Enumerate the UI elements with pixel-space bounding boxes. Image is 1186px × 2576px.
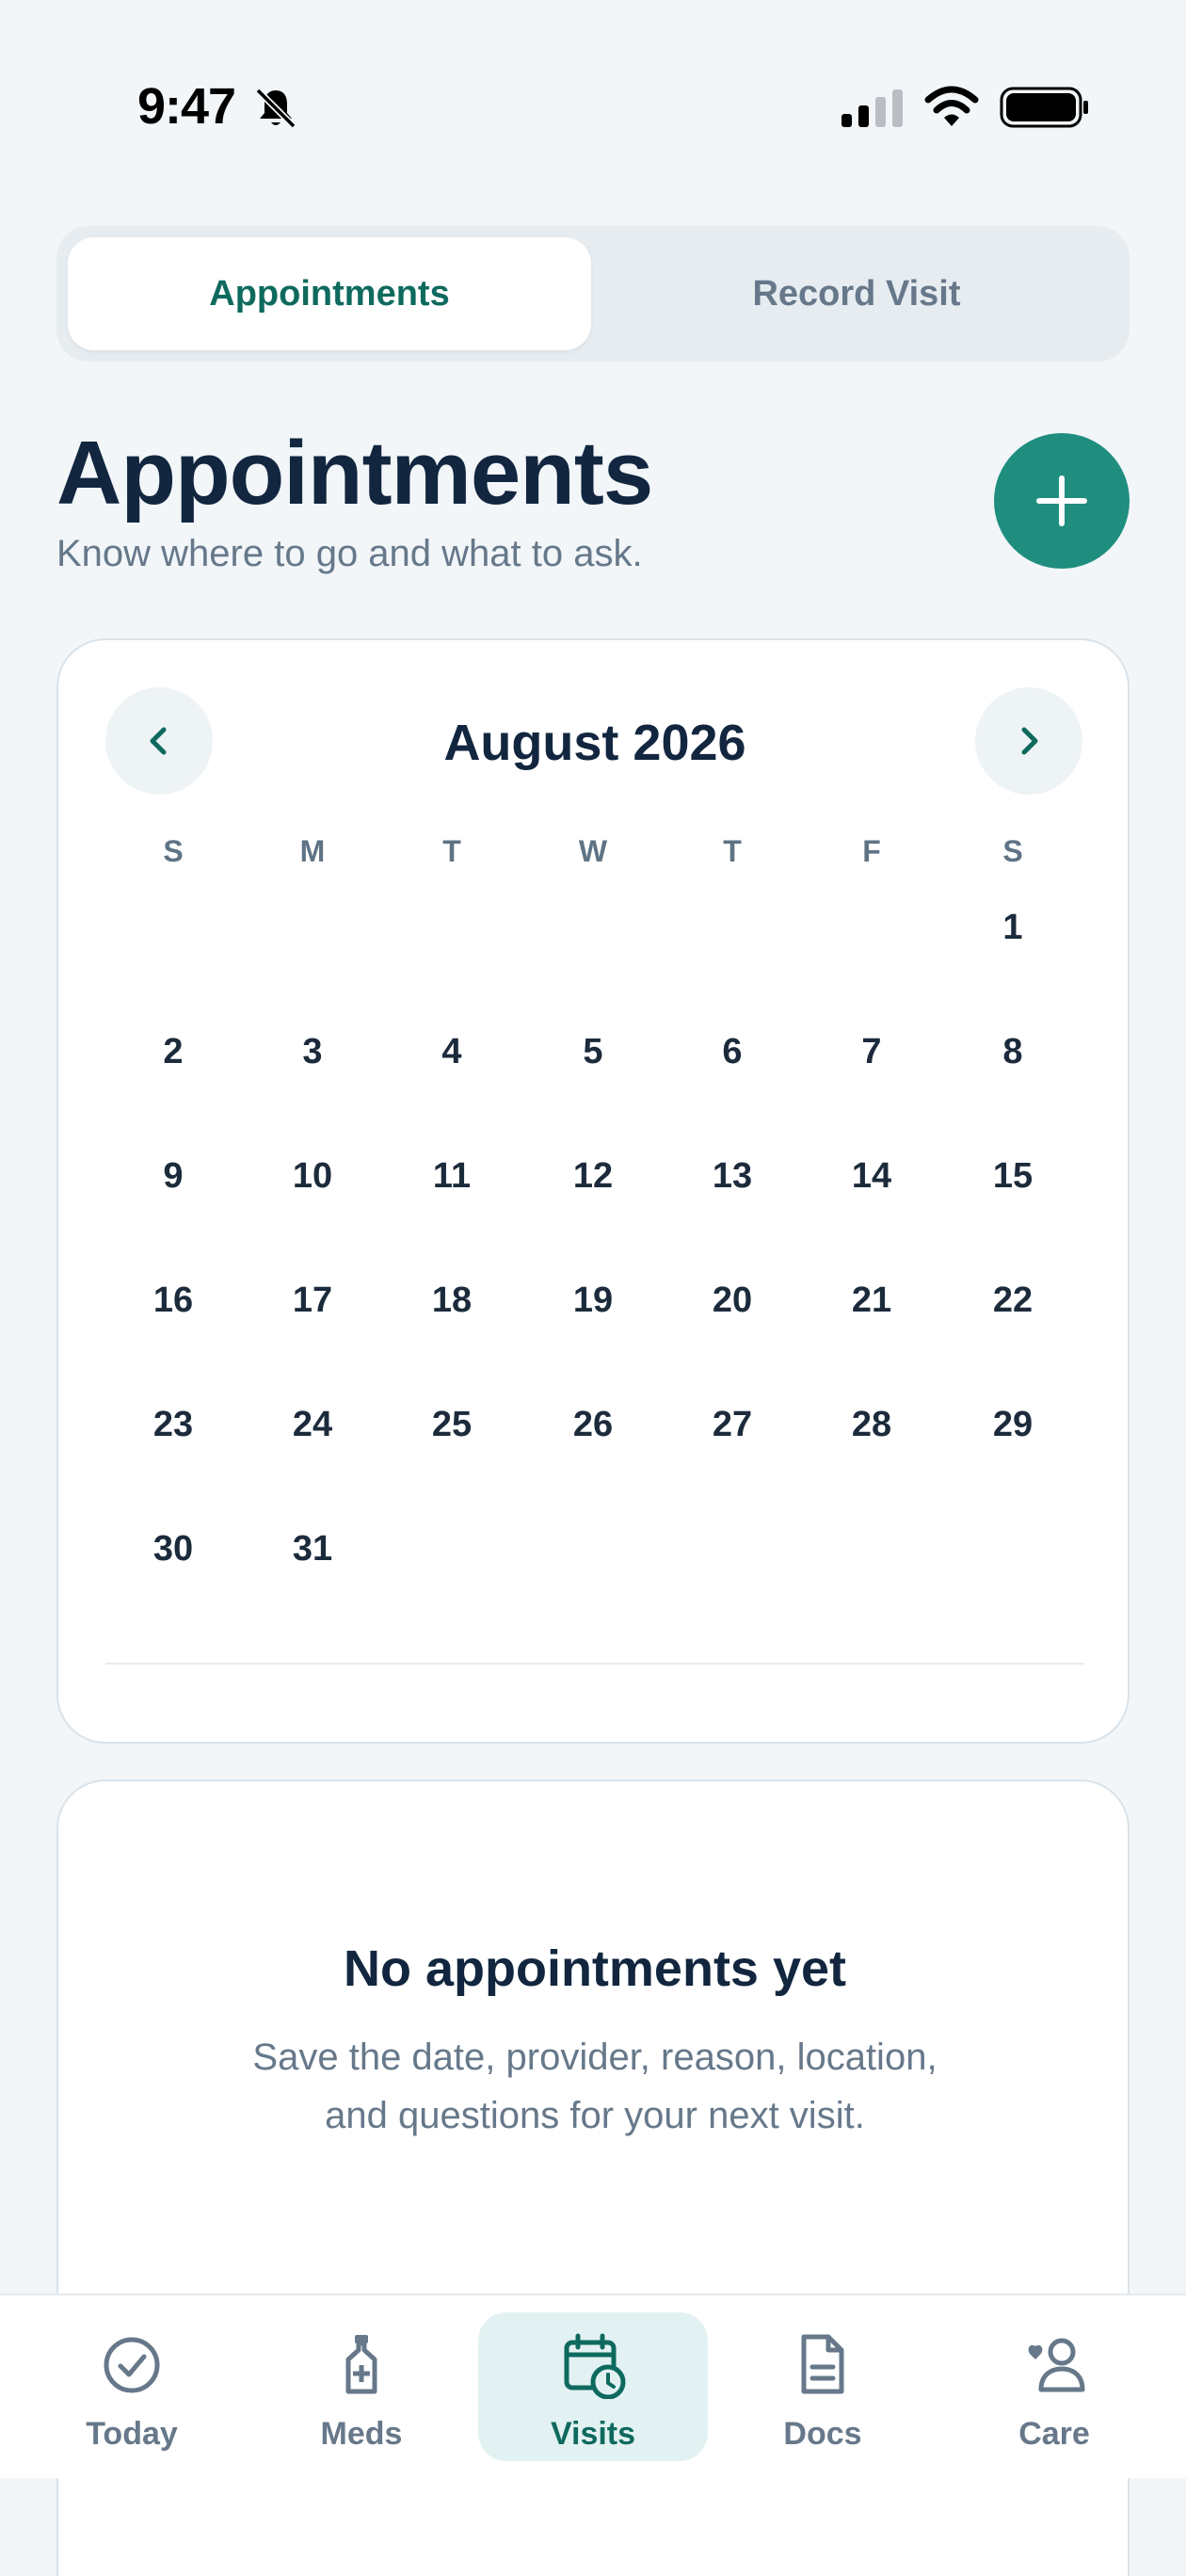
- cell-signal-icon: [841, 89, 903, 127]
- view-switcher: Appointments Record Visit: [56, 226, 1130, 362]
- caregiver-icon: [1028, 2338, 1085, 2392]
- status-time: 9:47: [137, 78, 236, 135]
- calendar-day[interactable]: 23: [126, 1387, 220, 1462]
- bottom-tab-bar: Today Meds Visits Docs Care: [0, 2294, 1186, 2478]
- calendar-day[interactable]: 10: [265, 1138, 360, 1214]
- calendar-day[interactable]: 2: [126, 1014, 220, 1089]
- tab-docs[interactable]: Docs: [708, 2312, 938, 2461]
- tab-visits[interactable]: Visits: [478, 2312, 708, 2461]
- calendar-day[interactable]: 13: [685, 1138, 779, 1214]
- tab-today[interactable]: Today: [17, 2312, 247, 2461]
- document-icon: [801, 2334, 844, 2394]
- weekday-label: S: [163, 834, 184, 868]
- weekday-label: S: [1002, 834, 1023, 868]
- calendar-day[interactable]: 7: [825, 1014, 919, 1089]
- tab-care[interactable]: Care: [939, 2312, 1169, 2461]
- weekday-label: T: [442, 834, 461, 868]
- silent-bell-icon: [255, 88, 296, 129]
- add-appointment-button[interactable]: [994, 433, 1130, 569]
- calendar-day[interactable]: 6: [685, 1014, 779, 1089]
- battery-icon: [1000, 87, 1088, 128]
- app-screen: 9:47 Appointments Record Visit Appointme…: [0, 0, 1186, 2576]
- calendar-day[interactable]: 4: [405, 1014, 499, 1089]
- tab-appointments[interactable]: Appointments: [68, 237, 591, 350]
- calendar-card: August 2026 SMTWTFS 1 2 3 4 5 6 7 8 9 10 11 12 13 14 1…: [56, 638, 1130, 1744]
- calendar-day[interactable]: 9: [126, 1138, 220, 1214]
- weekday-label: F: [862, 834, 881, 868]
- calendar-day[interactable]: 11: [405, 1138, 499, 1214]
- calendar-day[interactable]: 26: [546, 1387, 640, 1462]
- calendar-clock-icon: [564, 2333, 626, 2399]
- chevron-right-icon: [1021, 727, 1038, 755]
- calendar-day[interactable]: 30: [126, 1511, 220, 1586]
- empty-state-title: No appointments yet: [343, 1940, 847, 1997]
- medicine-bottle-icon: [345, 2335, 377, 2394]
- calendar-day[interactable]: 14: [825, 1138, 919, 1214]
- empty-state-line-2: and questions for your next visit.: [325, 2095, 865, 2136]
- calendar-day[interactable]: 18: [405, 1263, 499, 1338]
- calendar-day[interactable]: 31: [265, 1511, 360, 1586]
- tab-record-visit[interactable]: Record Visit: [595, 237, 1118, 350]
- calendar-day[interactable]: 1: [966, 890, 1060, 965]
- tab-meds[interactable]: Meds: [247, 2312, 476, 2461]
- calendar-day[interactable]: 20: [685, 1263, 779, 1338]
- calendar-day[interactable]: 27: [685, 1387, 779, 1462]
- tab-label: Meds: [320, 2416, 403, 2452]
- tab-label: Care: [1018, 2416, 1090, 2452]
- calendar-day[interactable]: 5: [546, 1014, 640, 1089]
- tab-label: Docs: [783, 2416, 862, 2452]
- calendar-day[interactable]: 22: [966, 1263, 1060, 1338]
- calendar-day[interactable]: 17: [265, 1263, 360, 1338]
- calendar-day[interactable]: 24: [265, 1387, 360, 1462]
- empty-state-description: Save the date, provider, reason, locatio…: [171, 2028, 1018, 2145]
- month-label: August 2026: [443, 715, 746, 771]
- weekday-label: T: [723, 834, 742, 868]
- next-month-button[interactable]: [975, 687, 1082, 795]
- calendar-day[interactable]: 8: [966, 1014, 1060, 1089]
- tab-label: Today: [86, 2416, 178, 2452]
- calendar-day[interactable]: 19: [546, 1263, 640, 1338]
- page-title: Appointments: [56, 423, 653, 523]
- calendar-day[interactable]: 3: [265, 1014, 360, 1089]
- wifi-icon: [924, 86, 979, 126]
- status-bar: 9:47: [0, 0, 1186, 188]
- calendar-day[interactable]: 12: [546, 1138, 640, 1214]
- weekday-label: M: [299, 834, 326, 868]
- divider: [105, 1663, 1084, 1665]
- calendar-day[interactable]: 25: [405, 1387, 499, 1462]
- page-subtitle: Know where to go and what to ask.: [56, 533, 643, 574]
- check-circle-icon: [104, 2337, 160, 2393]
- calendar-day[interactable]: 15: [966, 1138, 1060, 1214]
- empty-state-line-1: Save the date, provider, reason, locatio…: [252, 2037, 938, 2078]
- calendar-day[interactable]: 29: [966, 1387, 1060, 1462]
- tab-label: Visits: [550, 2416, 636, 2452]
- calendar-day[interactable]: 28: [825, 1387, 919, 1462]
- calendar-day[interactable]: 21: [825, 1263, 919, 1338]
- plus-icon: [1036, 475, 1087, 526]
- weekday-label: W: [578, 834, 608, 868]
- calendar-day[interactable]: 16: [126, 1263, 220, 1338]
